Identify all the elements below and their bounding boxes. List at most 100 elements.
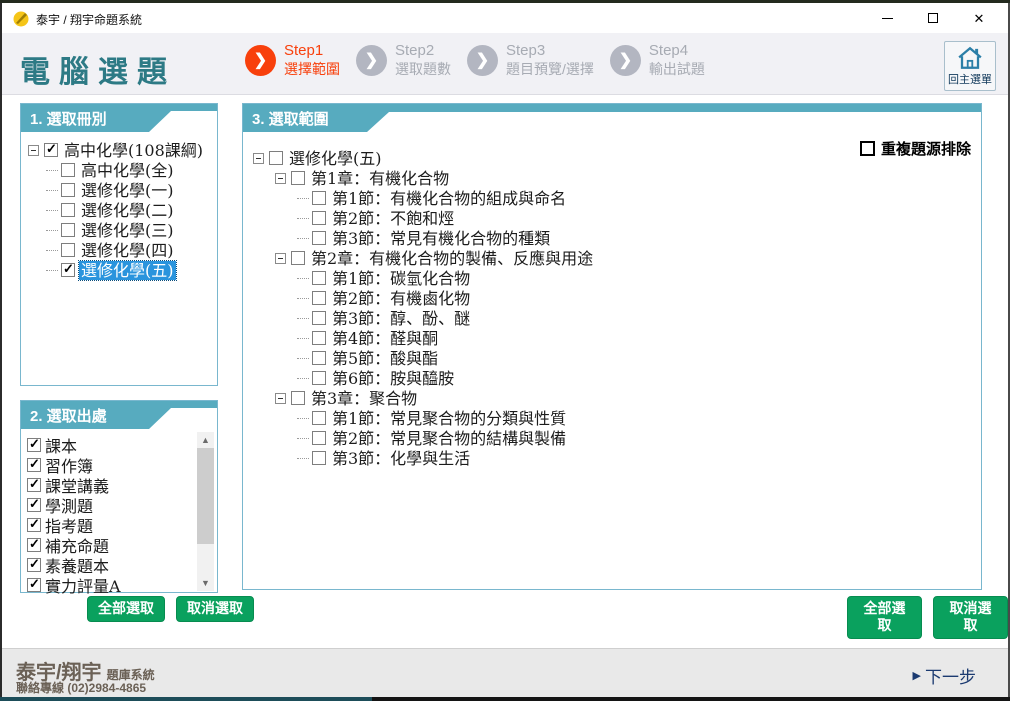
- contact-line: 聯絡專線 (02)2984-4865: [16, 679, 146, 696]
- source-checkbox[interactable]: [27, 558, 41, 572]
- panel-range-select: 3. 選取範圍 重複題源排除 選修化學(五)第1章：有機化合物第1節：有機化合物…: [242, 103, 982, 590]
- home-menu-label: 回主選單: [948, 71, 992, 87]
- tree-checkbox[interactable]: [312, 351, 326, 365]
- step-1[interactable]: ❯Step1選擇範圍: [245, 42, 340, 78]
- tree-checkbox[interactable]: [269, 151, 283, 165]
- source-checkbox[interactable]: [27, 498, 41, 512]
- panel-range-header: 3. 選取範圍: [243, 104, 981, 132]
- tree-connector: [297, 358, 309, 359]
- tree-checkbox[interactable]: [61, 263, 75, 277]
- source-list-scrollbar[interactable]: ▲ ▼: [197, 432, 214, 591]
- tree-item-label[interactable]: 第2章：有機化合物的製備、反應與用途: [309, 249, 595, 268]
- tree-item: 第3節：常見有機化合物的種類: [247, 228, 981, 248]
- expand-toggle-icon[interactable]: [275, 173, 286, 184]
- source-checkbox[interactable]: [27, 458, 41, 472]
- window-title: 泰宇 / 翔宇命題系統: [36, 11, 142, 28]
- tree-checkbox[interactable]: [61, 223, 75, 237]
- close-button[interactable]: ✕: [956, 3, 1002, 33]
- tree-checkbox[interactable]: [312, 431, 326, 445]
- minimize-icon: [882, 18, 893, 19]
- tree-checkbox[interactable]: [312, 311, 326, 325]
- tree-checkbox[interactable]: [61, 183, 75, 197]
- step-3[interactable]: ❯Step3題目預覽/選擇: [467, 42, 594, 78]
- tree-item-label[interactable]: 第1章：有機化合物: [309, 169, 451, 188]
- tree-checkbox[interactable]: [44, 143, 58, 157]
- expand-toggle-icon[interactable]: [275, 393, 286, 404]
- tree-item-label[interactable]: 第1節：常見聚合物的分類與性質: [330, 409, 568, 428]
- tree-checkbox[interactable]: [61, 163, 75, 177]
- source-checkbox[interactable]: [27, 518, 41, 532]
- tree-item-label[interactable]: 選修化學(二): [79, 201, 176, 220]
- tree-item-label[interactable]: 第6節：胺與醯胺: [330, 369, 456, 388]
- tree-checkbox[interactable]: [312, 371, 326, 385]
- source-item-label[interactable]: 實力評量A: [45, 573, 121, 597]
- tree-item-label[interactable]: 第2節：有機鹵化物: [330, 289, 472, 308]
- tree-connector: [297, 438, 309, 439]
- tree-item-label[interactable]: 選修化學(五): [287, 149, 384, 168]
- tree-checkbox[interactable]: [312, 231, 326, 245]
- tree-connector: [297, 218, 309, 219]
- expand-toggle-icon[interactable]: [253, 153, 264, 164]
- source-checkbox[interactable]: [27, 578, 41, 592]
- scrollbar-thumb[interactable]: [197, 448, 214, 544]
- tree-item-label[interactable]: 第1節：碳氫化合物: [330, 269, 472, 288]
- step-4[interactable]: ❯Step4輸出試題: [610, 42, 705, 78]
- duplicate-source-filter[interactable]: 重複題源排除: [860, 138, 971, 159]
- panel-volume-select: 1. 選取冊別 高中化學(108課綱)高中化學(全)選修化學(一)選修化學(二)…: [20, 103, 218, 386]
- next-step-button[interactable]: ▶ 下一步: [913, 663, 976, 688]
- tree-checkbox[interactable]: [312, 411, 326, 425]
- source-deselect-button[interactable]: 取消選取: [176, 596, 254, 622]
- step-indicator: ❯Step1選擇範圍 ❯Step2選取題數 ❯Step3題目預覽/選擇 ❯Step4輸…: [245, 42, 721, 78]
- tree-checkbox[interactable]: [312, 331, 326, 345]
- tree-item-label[interactable]: 第3節：常見有機化合物的種類: [330, 229, 552, 248]
- tree-item-label[interactable]: 第5節：酸與酯: [330, 349, 440, 368]
- source-checkbox[interactable]: [27, 538, 41, 552]
- tree-item-label[interactable]: 第1節：有機化合物的組成與命名: [330, 189, 568, 208]
- expand-toggle-icon[interactable]: [28, 145, 39, 156]
- step-2[interactable]: ❯Step2選取題數: [356, 42, 451, 78]
- tree-item-label[interactable]: 第3節：醇、酚、醚: [330, 309, 472, 328]
- tree-checkbox[interactable]: [312, 191, 326, 205]
- home-menu-button[interactable]: 回主選單: [944, 41, 996, 91]
- tree-item-label[interactable]: 選修化學(四): [79, 241, 176, 260]
- tree-item-label[interactable]: 高中化學(108課綱): [62, 141, 205, 160]
- tree-checkbox[interactable]: [312, 291, 326, 305]
- app-window: 泰宇 / 翔宇命題系統 ✕ 電腦選題 ❯Step1選擇範圍❯Step2選取題數❯…: [0, 0, 1010, 701]
- tree-connector: [46, 170, 58, 171]
- tree-checkbox[interactable]: [61, 243, 75, 257]
- tree-item: 第5節：酸與酯: [247, 348, 981, 368]
- range-select-all-button[interactable]: 全部選取: [847, 596, 922, 639]
- tree-checkbox[interactable]: [312, 271, 326, 285]
- tree-item: 選修化學(三): [21, 220, 217, 240]
- tree-checkbox[interactable]: [312, 451, 326, 465]
- scroll-down-icon[interactable]: ▼: [197, 575, 214, 591]
- tree-checkbox[interactable]: [61, 203, 75, 217]
- maximize-button[interactable]: [910, 3, 956, 33]
- tree-checkbox[interactable]: [291, 251, 305, 265]
- source-item: 課堂講義: [27, 475, 217, 495]
- source-checkbox[interactable]: [27, 438, 41, 452]
- tree-item-label[interactable]: 選修化學(一): [79, 181, 176, 200]
- tree-item-label[interactable]: 第2節：不飽和烴: [330, 209, 456, 228]
- tree-connector: [297, 198, 309, 199]
- tree-item-label[interactable]: 選修化學(三): [79, 221, 176, 240]
- panel-volume-header: 1. 選取冊別: [21, 104, 217, 132]
- tree-item-label[interactable]: 高中化學(全): [79, 161, 176, 180]
- tree-item-label[interactable]: 第4節：醛與酮: [330, 329, 440, 348]
- scroll-up-icon[interactable]: ▲: [197, 432, 214, 448]
- expand-toggle-icon[interactable]: [275, 253, 286, 264]
- range-deselect-button[interactable]: 取消選取: [933, 596, 1008, 639]
- tree-item-label[interactable]: 選修化學(五): [79, 261, 176, 280]
- source-select-all-button[interactable]: 全部選取: [87, 596, 165, 622]
- tree-item-label[interactable]: 第3節：化學與生活: [330, 449, 472, 468]
- page-title: 電腦選題: [20, 47, 176, 91]
- duplicate-filter-checkbox[interactable]: [860, 141, 875, 156]
- tree-checkbox[interactable]: [291, 391, 305, 405]
- source-checkbox[interactable]: [27, 478, 41, 492]
- tree-connector: [297, 378, 309, 379]
- tree-checkbox[interactable]: [312, 211, 326, 225]
- tree-checkbox[interactable]: [291, 171, 305, 185]
- tree-item-label[interactable]: 第2節：常見聚合物的結構與製備: [330, 429, 568, 448]
- minimize-button[interactable]: [864, 3, 910, 33]
- tree-item-label[interactable]: 第3章：聚合物: [309, 389, 419, 408]
